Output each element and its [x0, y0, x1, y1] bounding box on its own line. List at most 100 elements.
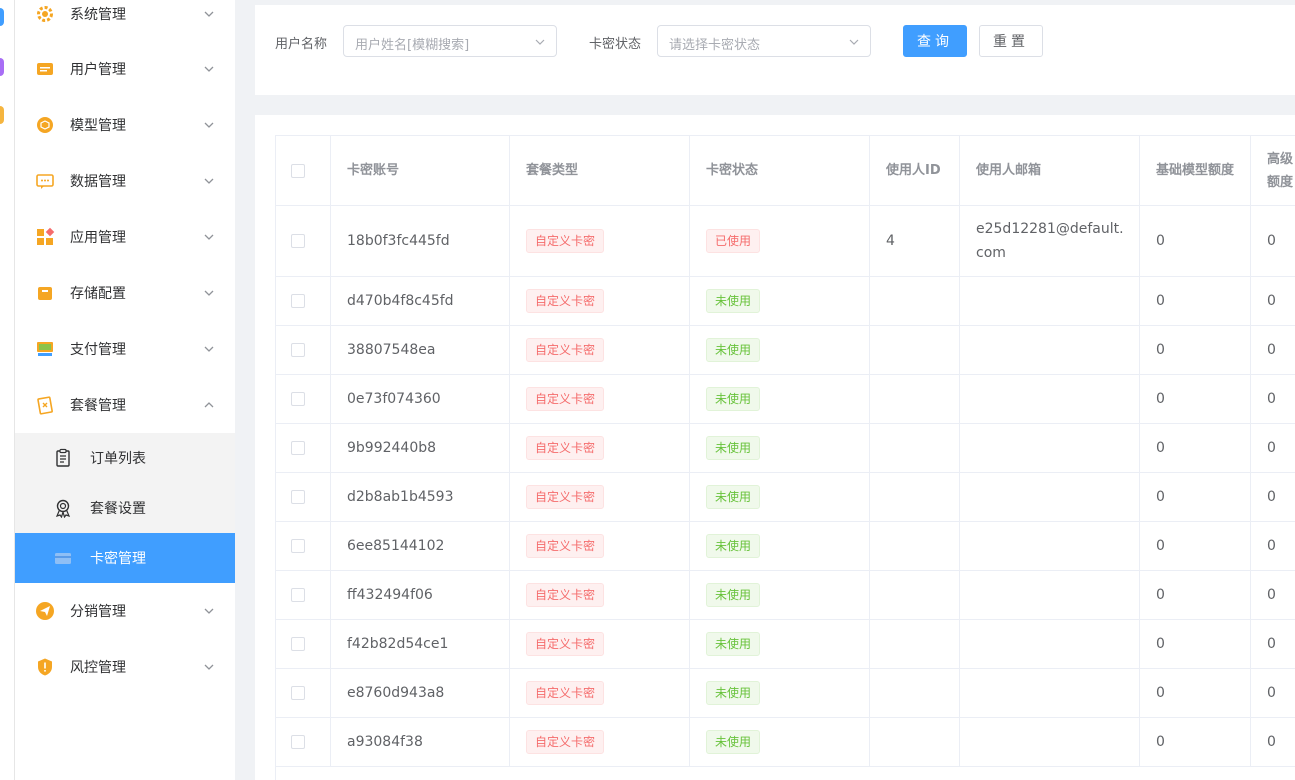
- sidebar-item-apps[interactable]: 应用管理: [15, 209, 235, 265]
- row-checkbox[interactable]: [291, 392, 305, 406]
- table-row[interactable]: f42b82d54ce1 自定义卡密 未使用 0 0: [276, 620, 1295, 669]
- sidebar: 系统管理 用户管理 模型管理 数据管理 应用管理 存储配置 支付管理 套餐管理 …: [15, 0, 235, 780]
- cell-base-quota: 0: [1140, 522, 1251, 571]
- row-checkbox[interactable]: [291, 441, 305, 455]
- status-badge: 未使用: [706, 681, 761, 705]
- app-switcher-strip: [0, 0, 15, 780]
- status-label: 卡密状态: [589, 37, 642, 52]
- sidebar-item-card-management[interactable]: 卡密管理: [15, 533, 235, 583]
- header-adv-quota: 高级额度: [1251, 136, 1295, 206]
- cell-code: 9b992440b8: [331, 424, 510, 473]
- row-checkbox[interactable]: [291, 588, 305, 602]
- query-button[interactable]: 查询: [903, 25, 967, 57]
- cube-icon: [35, 115, 55, 135]
- row-select-cell: [276, 571, 331, 620]
- submenu-packages: 订单列表 套餐设置 卡密管理: [15, 433, 235, 583]
- chevron-down-icon: [204, 346, 214, 352]
- cell-status: 未使用: [690, 375, 870, 424]
- sidebar-item-label: 用户管理: [70, 62, 126, 78]
- row-select-cell: [276, 669, 331, 718]
- sidebar-item-risk-control[interactable]: 风控管理: [15, 639, 235, 695]
- status-select[interactable]: 请选择卡密状态: [657, 25, 871, 57]
- sidebar-item-data[interactable]: 数据管理: [15, 153, 235, 209]
- table-row[interactable]: e8760d943a8 自定义卡密 未使用 0 0: [276, 669, 1295, 718]
- sidebar-item-label: 系统管理: [70, 7, 126, 23]
- cell-user-email: e25d12281@default.com: [960, 206, 1140, 277]
- status-badge: 未使用: [706, 730, 761, 754]
- table-row[interactable]: ff432494f06 自定义卡密 未使用 0 0: [276, 571, 1295, 620]
- row-checkbox[interactable]: [291, 637, 305, 651]
- sidebar-item-distribution[interactable]: 分销管理: [15, 583, 235, 639]
- sidebar-item-system[interactable]: 系统管理: [15, 0, 235, 42]
- sidebar-item-users[interactable]: 用户管理: [15, 41, 235, 97]
- row-select-cell: [276, 424, 331, 473]
- row-select-cell: [276, 718, 331, 767]
- cell-base-quota: 0: [1140, 375, 1251, 424]
- cell-user-email: [960, 669, 1140, 718]
- package-type-tag: 自定义卡密: [526, 289, 605, 313]
- gear-icon: [35, 4, 55, 24]
- package-type-tag: 自定义卡密: [526, 436, 605, 460]
- header-user-email: 使用人邮箱: [960, 136, 1140, 206]
- header-package-type: 套餐类型: [510, 136, 690, 206]
- cell-base-quota: 0: [1140, 206, 1251, 277]
- row-checkbox[interactable]: [291, 490, 305, 504]
- cell-base-quota: 0: [1140, 620, 1251, 669]
- cell-package-type: 自定义卡密: [510, 326, 690, 375]
- select-all-checkbox[interactable]: [291, 163, 305, 178]
- chevron-down-icon: [204, 290, 214, 296]
- sidebar-item-payment[interactable]: 支付管理: [15, 321, 235, 377]
- row-checkbox[interactable]: [291, 234, 305, 248]
- table-row[interactable]: 18b0f3fc445fd 自定义卡密 已使用 4 e25d12281@default.…: [276, 206, 1295, 277]
- sidebar-item-models[interactable]: 模型管理: [15, 97, 235, 153]
- paper-plane-icon: [35, 601, 55, 621]
- table-row[interactable]: 6ee85144102 自定义卡密 未使用 0 0: [276, 522, 1295, 571]
- package-type-tag: 自定义卡密: [526, 229, 605, 253]
- sidebar-item-package-settings[interactable]: 套餐设置: [15, 483, 235, 533]
- table-row[interactable]: 0e73f074360 自定义卡密 未使用 0 0: [276, 375, 1295, 424]
- cell-user-email: [960, 375, 1140, 424]
- row-checkbox[interactable]: [291, 735, 305, 749]
- cell-status: 未使用: [690, 277, 870, 326]
- status-badge: 已使用: [706, 229, 761, 253]
- chevron-down-icon: [204, 664, 214, 670]
- card-table: 卡密账号 套餐类型 卡密状态 使用人ID 使用人邮箱 基础模型额度 高级额度 1…: [275, 135, 1295, 780]
- status-badge: 未使用: [706, 485, 761, 509]
- cell-user-id: [870, 277, 960, 326]
- cell-code: 38807548ea: [331, 326, 510, 375]
- apps-grid-icon: [35, 227, 55, 247]
- sidebar-item-label: 存储配置: [70, 286, 126, 302]
- row-checkbox[interactable]: [291, 539, 305, 553]
- cell-user-email: [960, 718, 1140, 767]
- reset-button[interactable]: 重置: [979, 25, 1043, 57]
- app-dot-blue[interactable]: [0, 8, 4, 26]
- table-row[interactable]: 9b992440b8 自定义卡密 未使用 0 0: [276, 424, 1295, 473]
- table-row[interactable]: d470b4f8c45fd 自定义卡密 未使用 0 0: [276, 277, 1295, 326]
- sidebar-item-packages[interactable]: 套餐管理: [15, 377, 235, 433]
- cell-adv-quota: 0: [1251, 571, 1295, 620]
- cell-code: ff432494f06: [331, 571, 510, 620]
- cell-base-quota: 0: [1140, 277, 1251, 326]
- card-icon: [53, 548, 73, 568]
- row-checkbox[interactable]: [291, 686, 305, 700]
- username-search-input[interactable]: 用户姓名[模糊搜索]: [343, 25, 557, 57]
- row-checkbox[interactable]: [291, 294, 305, 308]
- table-row[interactable]: a93084f38 自定义卡密 未使用 0 0: [276, 718, 1295, 767]
- package-type-tag: 自定义卡密: [526, 338, 605, 362]
- header-user-id-text: 使用人ID: [886, 163, 941, 178]
- row-select-cell: [276, 375, 331, 424]
- status-badge: 未使用: [706, 534, 761, 558]
- row-checkbox[interactable]: [291, 343, 305, 357]
- sidebar-item-orders[interactable]: 订单列表: [15, 433, 235, 483]
- payment-board-icon: [35, 339, 55, 359]
- sidebar-item-label: 订单列表: [90, 451, 146, 467]
- cell-user-id: [870, 424, 960, 473]
- app-dot-purple[interactable]: [0, 58, 4, 76]
- header-user-id: 使用人ID: [870, 136, 960, 206]
- cell-code: e8760d943a8: [331, 669, 510, 718]
- app-dot-orange[interactable]: [0, 106, 4, 124]
- sidebar-item-storage[interactable]: 存储配置: [15, 265, 235, 321]
- table-row[interactable]: 38807548ea 自定义卡密 未使用 0 0: [276, 326, 1295, 375]
- table-row[interactable]: d2b8ab1b4593 自定义卡密 未使用 0 0: [276, 473, 1295, 522]
- row-select-cell: [276, 620, 331, 669]
